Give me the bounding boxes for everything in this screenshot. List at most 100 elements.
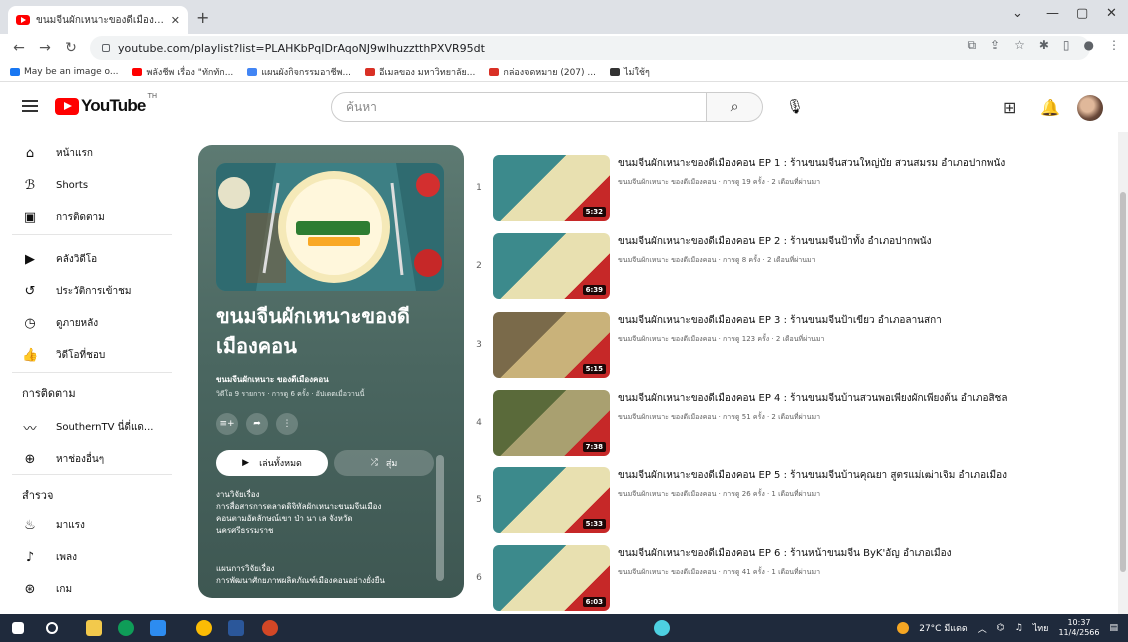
sidebar-item-sub-0[interactable]: 〰 SouthernTV นี่ดี่แด... bbox=[0, 409, 180, 445]
bookmark-star-icon[interactable]: ☆ bbox=[1014, 38, 1025, 53]
sidebar-item-explore-2[interactable]: ⊛ เกม bbox=[0, 571, 180, 607]
bookmark-item[interactable]: ไม่ใช้ๆ bbox=[610, 65, 650, 79]
video-title[interactable]: ขนมจีนผักเหนาะของดีเมืองคอน EP 5 : ร้านข… bbox=[618, 468, 1108, 483]
playlist-video-item[interactable]: 2 6:39 ขนมจีนผักเหนาะของดีเมืองคอน EP 2 : … bbox=[472, 233, 1112, 303]
search-button[interactable]: ⌕ bbox=[707, 92, 763, 122]
bookmark-item[interactable]: กล่องจดหมาย (207) ... bbox=[489, 65, 596, 79]
sidebar-item-label: มาแรง bbox=[56, 519, 85, 531]
video-title[interactable]: ขนมจีนผักเหนาะของดีเมืองคอน EP 2 : ร้านข… bbox=[618, 234, 1108, 249]
windows-start-icon[interactable] bbox=[12, 622, 24, 634]
bookmark-item[interactable]: อีเมลของ มหาวิทยาลัย... bbox=[365, 65, 475, 79]
video-title[interactable]: ขนมจีนผักเหนาะของดีเมืองคอน EP 3 : ร้านข… bbox=[618, 313, 1108, 328]
sidebar-item-main-2[interactable]: ▣ การติดตาม bbox=[0, 199, 180, 235]
close-window-button[interactable]: ✕ bbox=[1106, 6, 1117, 21]
save-playlist-icon[interactable]: ≡+ bbox=[216, 413, 238, 435]
sidebar-item-library-2[interactable]: ◷ ดูภายหลัง bbox=[0, 305, 180, 341]
video-meta: ขนมจีนผักเหนาะ ของดีเมืองคอน · การดู 8 ค… bbox=[618, 256, 816, 264]
file-explorer-icon[interactable] bbox=[86, 620, 102, 636]
help-icon[interactable] bbox=[654, 620, 670, 636]
install-icon[interactable]: ⧉ bbox=[967, 38, 976, 53]
address-bar[interactable]: youtube.com/playlist?list=PLAHKbPqIDrAqo… bbox=[90, 36, 1090, 60]
video-duration: 6:03 bbox=[582, 597, 606, 607]
youtube-header: YouTube TH ค้นหา ⌕ 🎙 ⊞ 🔔 bbox=[0, 82, 1128, 132]
sidebar-item-explore-0[interactable]: ♨ มาแรง bbox=[0, 507, 180, 543]
sidebar-item-explore-1[interactable]: ♪ เพลง bbox=[0, 539, 180, 575]
search-input[interactable]: ค้นหา bbox=[331, 92, 707, 122]
network-icon[interactable]: ⌬ bbox=[997, 623, 1005, 633]
video-thumbnail[interactable]: 6:03 bbox=[493, 545, 610, 611]
profile-avatar-icon[interactable]: ● bbox=[1084, 38, 1094, 53]
more-options-icon[interactable]: ⋮ bbox=[276, 413, 298, 435]
tab-close-button[interactable]: ✕ bbox=[171, 14, 180, 27]
voice-search-button[interactable]: 🎙 bbox=[780, 92, 810, 122]
mail-icon[interactable] bbox=[150, 620, 166, 636]
volume-icon[interactable]: ♫ bbox=[1015, 623, 1023, 633]
video-thumbnail[interactable]: 5:32 bbox=[493, 155, 610, 221]
taskbar-search-icon[interactable] bbox=[46, 622, 58, 634]
search-icon: ⌕ bbox=[730, 99, 739, 115]
video-title[interactable]: ขนมจีนผักเหนาะของดีเมืองคอน EP 6 : ร้านห… bbox=[618, 546, 1108, 561]
video-thumbnail[interactable]: 5:33 bbox=[493, 467, 610, 533]
minimize-button[interactable]: — bbox=[1046, 6, 1059, 21]
page-scrollbar[interactable] bbox=[1118, 132, 1128, 614]
sidebar-item-sub-1[interactable]: ⊕ หาช่องอื่นๆ bbox=[0, 441, 180, 477]
sidepanel-icon[interactable]: ▯ bbox=[1063, 38, 1070, 53]
youtube-favicon-icon bbox=[16, 15, 30, 25]
play-all-button[interactable]: ▶ เล่นทั้งหมด bbox=[216, 450, 328, 476]
video-title[interactable]: ขนมจีนผักเหนาะของดีเมืองคอน EP 4 : ร้านข… bbox=[618, 391, 1108, 406]
sidebar-item-library-3[interactable]: 👍 วิดีโอที่ชอบ bbox=[0, 337, 180, 373]
description-line: งานวิจัยเรื่อง bbox=[216, 490, 260, 499]
sidebar-item-label: หน้าแรก bbox=[56, 147, 93, 159]
playlist-video-item[interactable]: 1 5:32 ขนมจีนผักเหนาะของดีเมืองคอน EP 1 : … bbox=[472, 155, 1112, 225]
tab-search-icon[interactable]: ⌄ bbox=[1012, 6, 1023, 21]
video-thumbnail[interactable]: 7:38 bbox=[493, 390, 610, 456]
word-icon[interactable] bbox=[228, 620, 244, 636]
notifications-bell-icon[interactable]: 🔔 bbox=[1040, 98, 1060, 117]
create-video-icon[interactable]: ⊞ bbox=[1003, 98, 1016, 117]
chrome-icon[interactable] bbox=[196, 620, 212, 636]
weather-text[interactable]: 27°C มีแดด bbox=[919, 621, 968, 635]
subscriptions-icon: ▣ bbox=[23, 209, 37, 225]
bookmark-item[interactable]: แผนผังกิจกรรมอาชีพ... bbox=[247, 65, 351, 79]
browser-tab[interactable]: ขนมจีนผักเหนาะของดีเมืองคอน - You ✕ bbox=[8, 6, 188, 34]
sidebar-item-library-1[interactable]: ↺ ประวัติการเข้าชม bbox=[0, 273, 180, 309]
sidebar-item-main-0[interactable]: ⌂ หน้าแรก bbox=[0, 135, 180, 171]
new-tab-button[interactable]: + bbox=[196, 8, 209, 27]
panel-scrollbar[interactable] bbox=[436, 455, 444, 581]
video-title[interactable]: ขนมจีนผักเหนาะของดีเมืองคอน EP 1 : ร้านข… bbox=[618, 156, 1108, 171]
shuffle-button[interactable]: ⤮ สุ่ม bbox=[334, 450, 434, 476]
playlist-video-item[interactable]: 3 5:15 ขนมจีนผักเหนาะของดีเมืองคอน EP 3 : … bbox=[472, 312, 1112, 382]
sidebar-item-library-0[interactable]: ▶ คลังวิดีโอ bbox=[0, 241, 180, 277]
video-thumbnail[interactable]: 5:15 bbox=[493, 312, 610, 378]
playlist-video-item[interactable]: 6 6:03 ขนมจีนผักเหนาะของดีเมืองคอน EP 6 : … bbox=[472, 545, 1112, 615]
youtube-logo[interactable]: YouTube TH bbox=[55, 92, 157, 116]
back-arrow-icon[interactable]: ← bbox=[12, 40, 26, 56]
playlist-owner[interactable]: ขนมจีนผักเหนาะ ของดีเมืองคอน bbox=[216, 373, 329, 386]
bookmark-item[interactable]: May be an image o... bbox=[10, 67, 118, 77]
share-icon[interactable]: ⇪ bbox=[990, 38, 1000, 53]
share-playlist-icon[interactable]: ➦ bbox=[246, 413, 268, 435]
extensions-icon[interactable]: ✱ bbox=[1039, 38, 1049, 53]
notifications-icon[interactable]: ▤ bbox=[1109, 623, 1118, 633]
playlist-cover-image[interactable] bbox=[216, 163, 444, 291]
browser-menu-icon[interactable]: ⋮ bbox=[1108, 38, 1120, 53]
forward-arrow-icon[interactable]: → bbox=[38, 40, 52, 56]
menu-hamburger-icon[interactable] bbox=[22, 100, 38, 112]
user-avatar[interactable] bbox=[1077, 95, 1103, 121]
maximize-button[interactable]: ▢ bbox=[1076, 6, 1088, 21]
video-meta: ขนมจีนผักเหนาะ ของดีเมืองคอน · การดู 51 … bbox=[618, 413, 820, 421]
playlist-video-item[interactable]: 4 7:38 ขนมจีนผักเหนาะของดีเมืองคอน EP 4 : … bbox=[472, 390, 1112, 460]
sidebar-item-main-1[interactable]: ℬ Shorts bbox=[0, 167, 180, 203]
show-hidden-icons[interactable]: ︿ bbox=[978, 622, 987, 635]
video-thumbnail[interactable]: 6:39 bbox=[493, 233, 610, 299]
page-scrollbar-thumb[interactable] bbox=[1120, 192, 1126, 572]
clock[interactable]: 10:37 11/4/2566 bbox=[1058, 618, 1099, 638]
bookmark-item[interactable]: พลังชีพ เรื่อง "ทักทัก... bbox=[132, 65, 233, 79]
powerpoint-icon[interactable] bbox=[262, 620, 278, 636]
reload-icon[interactable]: ↻ bbox=[64, 40, 78, 56]
input-language[interactable]: ไทย bbox=[1033, 621, 1049, 635]
playlist-video-item[interactable]: 5 5:33 ขนมจีนผักเหนาะของดีเมืองคอน EP 5 : … bbox=[472, 467, 1112, 537]
sidebar-subscriptions-heading: การติดตาม bbox=[22, 387, 76, 400]
browser-tab-bar: ขนมจีนผักเหนาะของดีเมืองคอน - You ✕ + ⌄ … bbox=[0, 0, 1128, 34]
edge-browser-icon[interactable] bbox=[118, 620, 134, 636]
